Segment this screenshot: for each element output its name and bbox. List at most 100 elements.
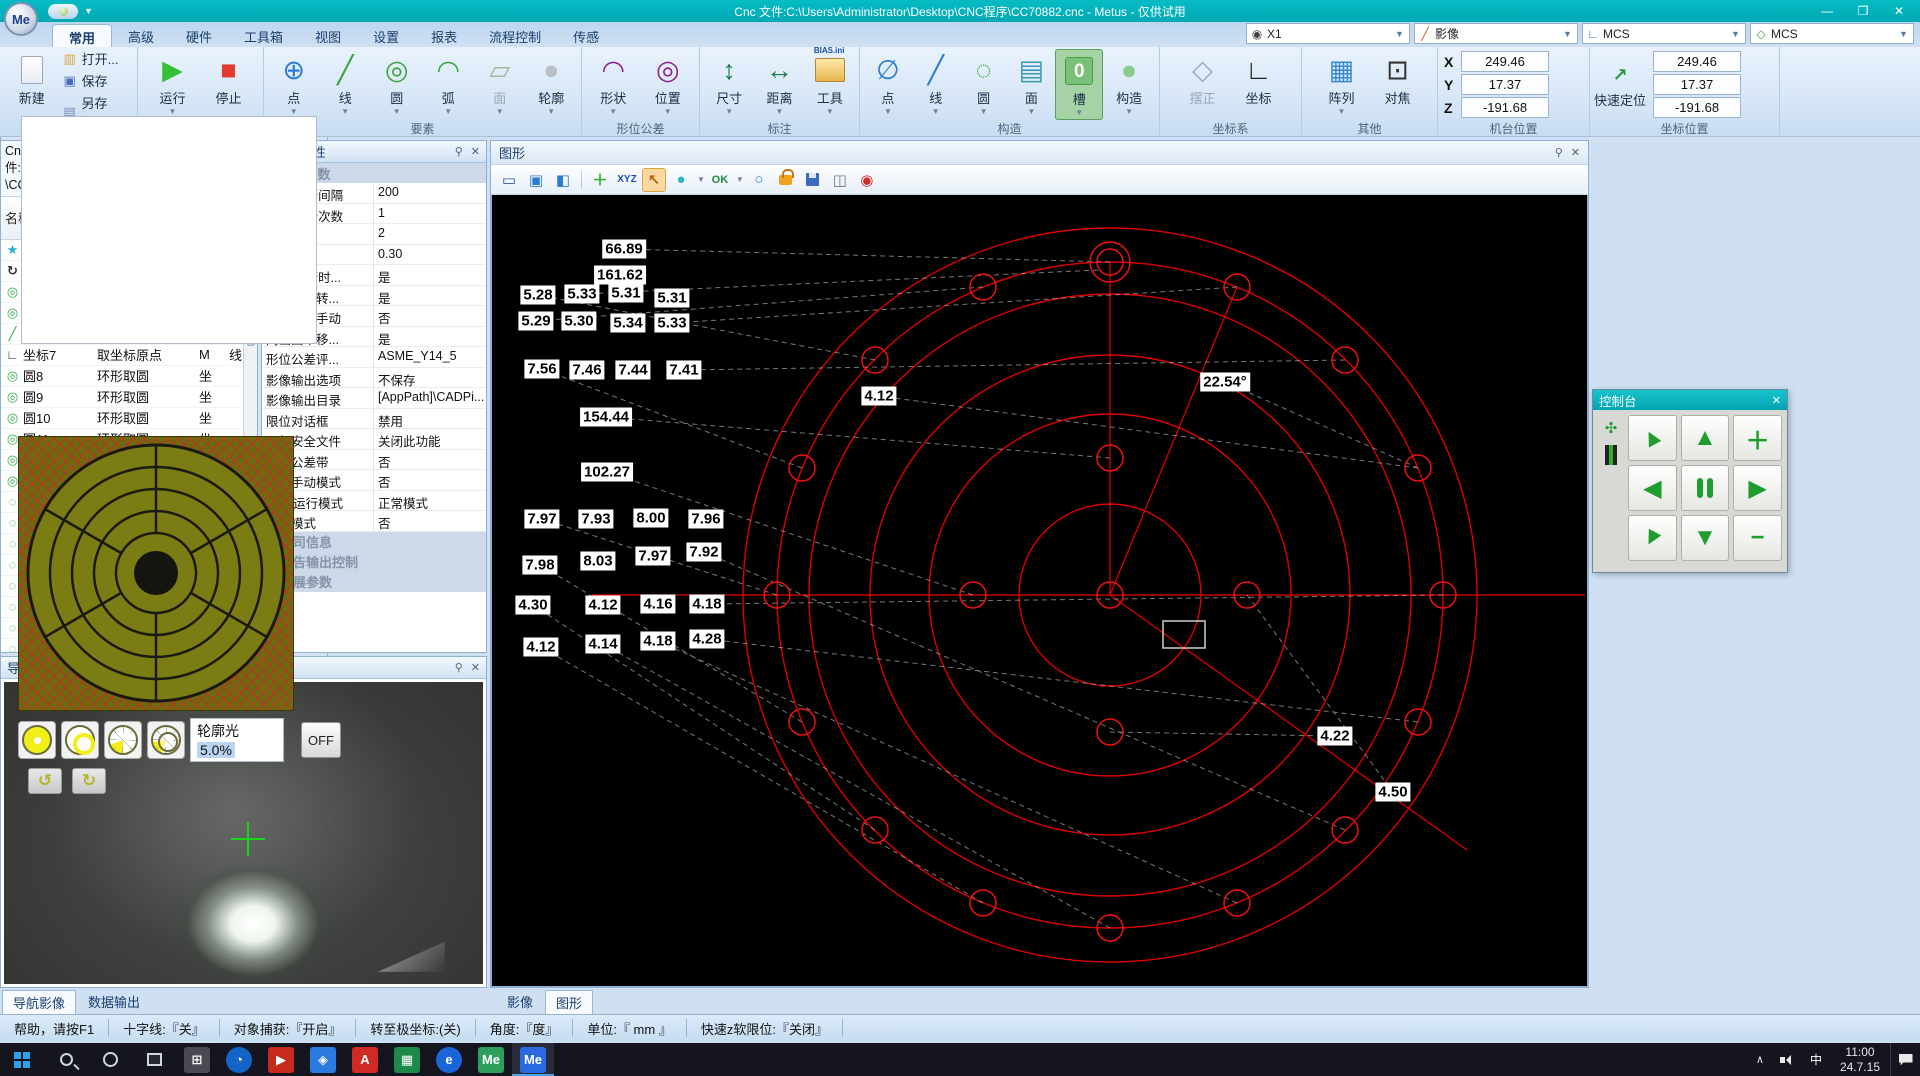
jog-up-left-button[interactable]: ▲ <box>1628 415 1677 461</box>
ok-button[interactable]: OK <box>708 168 732 192</box>
close-button[interactable]: ✕ <box>1882 1 1916 21</box>
dimension-button[interactable]: 尺寸▼ <box>704 49 754 120</box>
construct-circle-button[interactable]: 圆▼ <box>960 49 1008 120</box>
ribbon-tab[interactable]: 常用 <box>52 24 112 47</box>
start-button[interactable] <box>0 1043 44 1076</box>
chevron-down-icon[interactable]: ▼ <box>1395 29 1409 39</box>
property-row[interactable]: 飞拍模式 否 <box>262 511 486 532</box>
ribbon-tab[interactable]: 设置 <box>357 24 415 47</box>
status-item[interactable]: 角度:『度』 <box>476 1019 574 1037</box>
dock-tab[interactable]: 图形 <box>545 990 593 1015</box>
construct-slot-button[interactable]: 槽▼ <box>1055 49 1103 120</box>
status-item[interactable]: 快速z软限位:『关闭』 <box>687 1019 843 1037</box>
construct-button[interactable]: 构造▼ <box>1103 49 1155 120</box>
app-logo[interactable]: Me <box>4 2 38 36</box>
zoom-fit-button[interactable] <box>524 168 548 192</box>
taskbar-app-2[interactable]: ◔ <box>218 1043 260 1076</box>
taskbar-app-7[interactable]: e <box>428 1043 470 1076</box>
property-group-collapsed[interactable]: +扩展参数 <box>262 572 486 592</box>
lock-button[interactable] <box>774 168 798 192</box>
gdt-shape-button[interactable]: 形状▼ <box>586 49 641 120</box>
property-group-collapsed[interactable]: +报告输出控制 <box>262 552 486 572</box>
minimize-button[interactable]: — <box>1810 1 1844 21</box>
jog-z-minus-button[interactable]: − <box>1733 515 1782 561</box>
jog-down-left-button[interactable]: ▼ <box>1628 515 1677 561</box>
group-button[interactable] <box>828 168 852 192</box>
property-group-collapsed[interactable]: +公司信息 <box>262 532 486 552</box>
rotate-cw-button[interactable]: ↻ <box>72 768 106 794</box>
ribbon-tab[interactable]: 传感 <box>557 24 615 47</box>
status-item[interactable]: 转至极坐标:(关) <box>356 1019 475 1037</box>
maximize-button[interactable]: ❐ <box>1846 1 1880 21</box>
property-row[interactable]: 影像输出目录 [AppPath]\CADPi... <box>262 388 486 409</box>
quick-locate-button[interactable]: 快速定位 <box>1594 49 1646 120</box>
ribbon-tab[interactable]: 工具箱 <box>228 24 299 47</box>
property-row[interactable]: 使用手动模式 否 <box>262 470 486 491</box>
coordinate-button[interactable]: 坐标 <box>1231 49 1287 120</box>
dock-tab[interactable]: 影像 <box>497 990 543 1015</box>
add-button[interactable] <box>588 168 612 192</box>
stop-button[interactable]: 停止 <box>201 49 257 120</box>
search-button[interactable] <box>44 1043 88 1076</box>
taskbar-clock[interactable]: 11:00 24.7.15 <box>1830 1045 1890 1075</box>
quick-access-caret-icon[interactable]: ▼ <box>84 6 93 16</box>
program-list-row[interactable]: 坐标7 取坐标原点 M 线... <box>1 345 257 366</box>
element-arc-button[interactable]: 弧▼ <box>423 49 475 120</box>
status-item[interactable]: 帮助，请按F1 <box>0 1019 109 1037</box>
ribbon-tab[interactable]: 硬件 <box>170 24 228 47</box>
jog-z-plus-button[interactable]: ＋ <box>1733 415 1782 461</box>
element-contour-button[interactable]: 轮廓▼ <box>526 49 578 120</box>
property-row[interactable]: 显示公差带 否 <box>262 450 486 471</box>
assistant-button[interactable] <box>88 1043 132 1076</box>
element-point-button[interactable]: 点▼ <box>268 49 320 120</box>
chevron-down-icon[interactable]: ▼ <box>1563 29 1577 39</box>
property-row[interactable]: 形位公差评... ASME_Y14_5 <box>262 347 486 368</box>
distance-button[interactable]: 距离▼ <box>754 49 804 120</box>
notification-center-button[interactable] <box>1890 1043 1920 1076</box>
property-row[interactable]: 限位对话框 禁用 <box>262 409 486 430</box>
console-close-icon[interactable] <box>1772 394 1781 407</box>
panel-close-icon[interactable] <box>471 145 480 158</box>
pin-icon[interactable] <box>455 661 463 674</box>
jog-down-button[interactable]: ▼ <box>1681 515 1730 561</box>
record-button[interactable] <box>855 168 879 192</box>
program-list-row[interactable]: 圆8 环形取圆 坐 <box>1 366 257 387</box>
ribbon-tab[interactable]: 报表 <box>415 24 473 47</box>
selection-rectangle[interactable] <box>1163 621 1205 648</box>
property-row[interactable]: 影像输出选项 不保存 <box>262 368 486 389</box>
language-indicator[interactable]: 中 <box>1802 1051 1830 1068</box>
taskbar-app-4[interactable]: ◈ <box>302 1043 344 1076</box>
context-dropdown[interactable]: MCS ▼ <box>1750 23 1914 44</box>
taskbar-app-6[interactable]: ▦ <box>386 1043 428 1076</box>
status-item[interactable]: 对象捕获:『开启』 <box>220 1019 357 1037</box>
flip-view-button[interactable] <box>551 168 575 192</box>
pin-icon[interactable] <box>455 145 463 158</box>
quick-access-button[interactable] <box>48 4 78 19</box>
ribbon-tab[interactable]: 高级 <box>112 24 170 47</box>
ribbon-tab[interactable]: 视图 <box>299 24 357 47</box>
context-dropdown[interactable]: MCS ▼ <box>1582 23 1746 44</box>
jog-left-button[interactable]: ◀ <box>1628 465 1677 511</box>
focus-button[interactable]: 对焦 <box>1370 49 1426 120</box>
dock-tab[interactable]: 数据输出 <box>78 990 150 1015</box>
volume-icon[interactable] <box>1780 1055 1794 1065</box>
task-view-button[interactable] <box>132 1043 176 1076</box>
run-button[interactable]: 运行▼ <box>145 49 201 120</box>
open-file-button[interactable]: 打开... <box>62 49 131 68</box>
gdt-position-button[interactable]: 位置▼ <box>641 49 696 120</box>
move-all-icon[interactable] <box>1605 419 1618 437</box>
jog-up-button[interactable]: ▲ <box>1681 415 1730 461</box>
taskbar-app-3[interactable]: ▶ <box>260 1043 302 1076</box>
program-list-row[interactable]: 圆9 环形取圆 坐 <box>1 387 257 408</box>
property-row[interactable]: 运行安全文件 关闭此功能 <box>262 429 486 450</box>
property-row[interactable]: CNC运行模式 正常模式 <box>262 491 486 512</box>
ring-light-wheel[interactable] <box>18 436 294 711</box>
taskbar-app-5[interactable]: A <box>344 1043 386 1076</box>
element-line-button[interactable]: 线▼ <box>320 49 372 120</box>
program-list-row[interactable]: 圆10 环形取圆 坐 <box>1 408 257 429</box>
chevron-down-icon[interactable]: ▼ <box>1731 29 1745 39</box>
save-button[interactable]: 保存 <box>62 71 131 90</box>
construct-line-button[interactable]: 线▼ <box>912 49 960 120</box>
box-select-button[interactable] <box>497 168 521 192</box>
light-ring-button[interactable] <box>61 721 99 759</box>
